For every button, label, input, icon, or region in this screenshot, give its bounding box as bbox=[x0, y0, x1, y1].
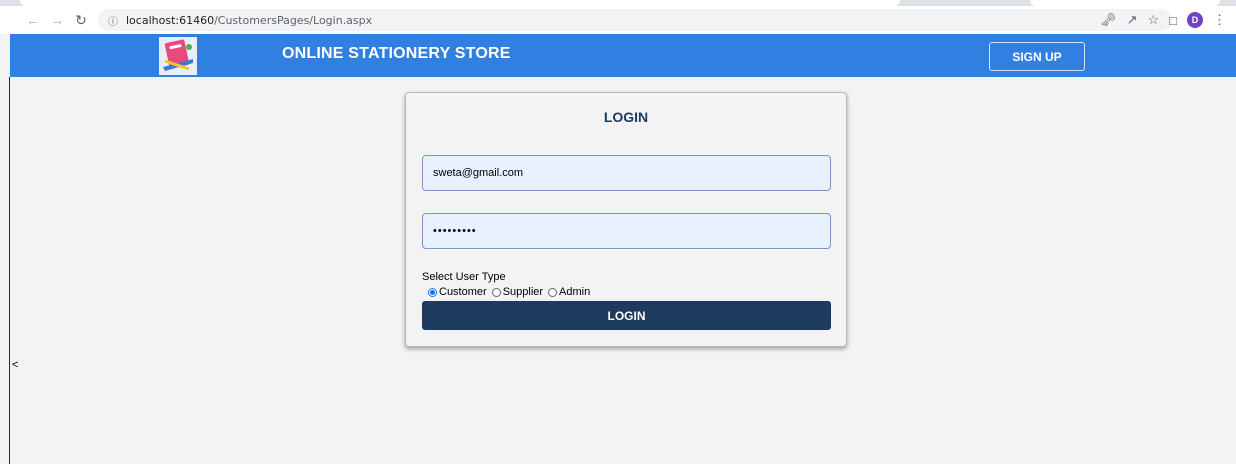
customer-radio[interactable] bbox=[428, 287, 437, 297]
url-path: /CustomersPages/Login.aspx bbox=[214, 13, 373, 27]
toolbar-actions: 🗝 ↗ ☆ □ D ⋮ bbox=[1100, 9, 1226, 31]
user-type-radio-group: Customer Supplier Admin bbox=[428, 286, 595, 298]
info-icon[interactable]: ⓘ bbox=[108, 13, 118, 28]
admin-radio[interactable] bbox=[548, 287, 558, 297]
share-icon[interactable]: ↗ bbox=[1127, 12, 1138, 28]
star-icon[interactable]: ☆ bbox=[1147, 12, 1159, 28]
password-field[interactable] bbox=[422, 213, 831, 249]
user-type-label: Select User Type bbox=[422, 271, 506, 283]
email-field[interactable] bbox=[422, 155, 831, 191]
radio-option-admin[interactable]: Admin bbox=[548, 286, 590, 298]
browser-toolbar: ← → ↻ ⓘ localhost:61460/CustomersPages/L… bbox=[0, 6, 1236, 34]
radio-option-supplier[interactable]: Supplier bbox=[491, 286, 544, 298]
sidepanel-icon[interactable]: □ bbox=[1169, 13, 1177, 28]
sign-up-button[interactable]: SIGN UP bbox=[989, 42, 1085, 71]
reload-icon[interactable]: ↻ bbox=[70, 9, 92, 31]
supplier-label: Supplier bbox=[502, 286, 544, 298]
supplier-radio[interactable] bbox=[491, 287, 501, 297]
login-card: LOGIN Select User Type Customer Supplier… bbox=[405, 92, 847, 347]
customer-label: Customer bbox=[439, 286, 487, 298]
menu-icon[interactable]: ⋮ bbox=[1213, 12, 1226, 28]
admin-label: Admin bbox=[559, 286, 591, 298]
forward-icon[interactable]: → bbox=[46, 9, 68, 31]
profile-avatar[interactable]: D bbox=[1187, 12, 1203, 28]
site-header: ONLINE STATIONERY STORE SIGN UP bbox=[10, 34, 1236, 77]
page-left-border bbox=[9, 77, 10, 464]
url-host: localhost:61460 bbox=[126, 13, 215, 27]
site-title: ONLINE STATIONERY STORE bbox=[282, 45, 511, 62]
back-icon[interactable]: ← bbox=[22, 9, 44, 31]
login-heading: LOGIN bbox=[603, 109, 649, 125]
login-button[interactable]: LOGIN bbox=[422, 301, 831, 330]
key-icon[interactable]: 🗝 bbox=[1100, 12, 1117, 28]
store-logo-icon bbox=[159, 37, 197, 75]
stray-text: < bbox=[12, 359, 19, 371]
address-bar[interactable]: ⓘ localhost:61460/CustomersPages/Login.a… bbox=[98, 9, 1172, 31]
radio-option-customer[interactable]: Customer bbox=[428, 286, 487, 298]
